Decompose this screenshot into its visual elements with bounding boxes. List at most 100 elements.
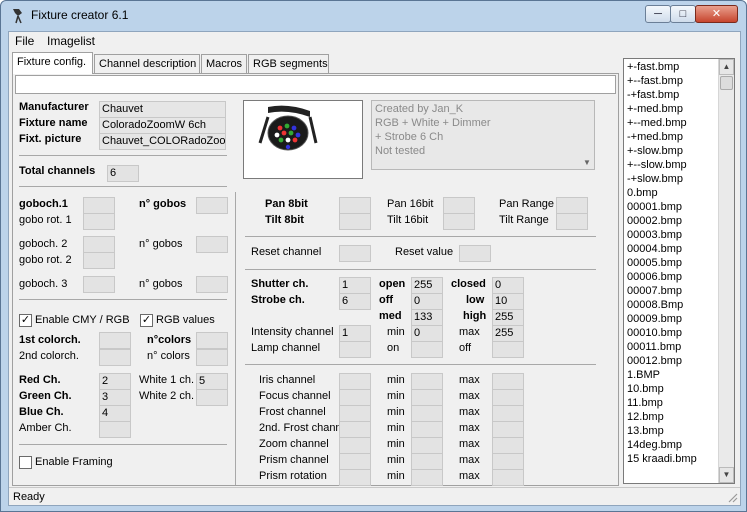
list-item[interactable]: 13.bmp — [627, 424, 664, 438]
white1-field[interactable]: 5 — [196, 373, 228, 390]
notes-memo[interactable]: Created by Jan_K RGB + White + Dimmer + … — [371, 100, 595, 170]
lamp-field[interactable] — [339, 341, 371, 358]
list-item[interactable]: +--slow.bmp — [627, 158, 687, 172]
lamp-on-field[interactable] — [411, 341, 443, 358]
reset-value-field[interactable] — [459, 245, 491, 262]
channel-field[interactable] — [339, 405, 371, 422]
channel-max-field[interactable] — [492, 421, 524, 438]
goboch2-field[interactable] — [83, 236, 115, 253]
low-field[interactable]: 10 — [492, 293, 524, 310]
scroll-down-button[interactable]: ▼ — [719, 467, 734, 483]
goboch1-field[interactable] — [83, 197, 115, 214]
gobo-rot1-field[interactable] — [83, 213, 115, 230]
channel-min-field[interactable] — [411, 373, 443, 390]
vertical-scrollbar[interactable]: ▲ ▼ — [718, 59, 734, 483]
n-gobos2-field[interactable] — [196, 236, 228, 253]
goboch3-field[interactable] — [83, 276, 115, 293]
closed-field[interactable]: 0 — [492, 277, 524, 294]
med-field[interactable]: 133 — [411, 309, 443, 326]
n-gobos3-field[interactable] — [196, 276, 228, 293]
n-gobos1-field[interactable] — [196, 197, 228, 214]
list-item[interactable]: 11.bmp — [627, 396, 663, 410]
list-item[interactable]: +-med.bmp — [627, 102, 683, 116]
channel-max-field[interactable] — [492, 469, 524, 486]
scroll-up-button[interactable]: ▲ — [719, 59, 734, 75]
tab-macros[interactable]: Macros — [201, 54, 247, 73]
resize-grip-icon[interactable] — [726, 491, 738, 503]
list-item[interactable]: -+slow.bmp — [627, 172, 683, 186]
maximize-button[interactable]: □ — [670, 5, 696, 23]
channel-field[interactable] — [339, 389, 371, 406]
channel-min-field[interactable] — [411, 389, 443, 406]
list-item[interactable]: -+fast.bmp — [627, 88, 679, 102]
intensity-max-field[interactable]: 255 — [492, 325, 524, 342]
channel-max-field[interactable] — [492, 437, 524, 454]
enable-cmy-checkbox[interactable]: ✓ — [19, 314, 32, 327]
white2-field[interactable] — [196, 389, 228, 406]
red-ch-field[interactable]: 2 — [99, 373, 131, 390]
gobo-rot2-field[interactable] — [83, 252, 115, 269]
reset-channel-field[interactable] — [339, 245, 371, 262]
memo-scroll-down-icon[interactable]: ▼ — [581, 158, 593, 168]
channel-field[interactable] — [339, 373, 371, 390]
list-item[interactable]: 1.BMP — [627, 368, 660, 382]
manufacturer-field[interactable]: Chauvet — [99, 101, 226, 118]
list-item[interactable]: 00006.bmp — [627, 270, 682, 284]
list-item[interactable]: 00007.bmp — [627, 284, 682, 298]
intensity-min-field[interactable]: 0 — [411, 325, 443, 342]
imagelist-listbox[interactable]: +-fast.bmp +--fast.bmp -+fast.bmp +-med.bmp… — [623, 58, 735, 484]
strobe-ch-field[interactable]: 6 — [339, 293, 371, 310]
list-item[interactable]: -+med.bmp — [627, 130, 683, 144]
list-item[interactable]: 00008.Bmp — [627, 298, 683, 312]
pan8-field[interactable] — [339, 197, 371, 214]
off-field[interactable]: 0 — [411, 293, 443, 310]
channel-min-field[interactable] — [411, 421, 443, 438]
close-button[interactable]: ✕ — [695, 5, 738, 23]
list-item[interactable]: 12.bmp — [627, 410, 664, 424]
pan-range-field[interactable] — [556, 197, 588, 214]
channel-max-field[interactable] — [492, 405, 524, 422]
list-item[interactable]: 0.bmp — [627, 186, 658, 200]
list-item[interactable]: 00012.bmp — [627, 354, 682, 368]
channel-min-field[interactable] — [411, 405, 443, 422]
fixt-picture-field[interactable]: Chauvet_COLORadoZoomW — [99, 133, 226, 150]
list-item[interactable]: 00001.bmp — [627, 200, 682, 214]
scroll-thumb[interactable] — [720, 76, 733, 90]
blue-ch-field[interactable]: 4 — [99, 405, 131, 422]
channel-field[interactable] — [339, 421, 371, 438]
fixture-name-field[interactable]: ColoradoZoomW 6ch — [99, 117, 226, 134]
colorch1-field[interactable] — [99, 332, 131, 349]
enable-framing-checkbox[interactable] — [19, 456, 32, 469]
fixture-picture[interactable] — [243, 100, 363, 179]
channel-field[interactable] — [339, 469, 371, 486]
list-item[interactable]: 00002.bmp — [627, 214, 682, 228]
list-item[interactable]: 00010.bmp — [627, 326, 682, 340]
tilt-range-field[interactable] — [556, 213, 588, 230]
tab-fixture-config[interactable]: Fixture config. — [12, 52, 93, 74]
minimize-button[interactable]: ─ — [645, 5, 671, 23]
colorch2-field[interactable] — [99, 349, 131, 366]
list-item[interactable]: +-fast.bmp — [627, 60, 679, 74]
list-item[interactable]: +--fast.bmp — [627, 74, 683, 88]
channel-min-field[interactable] — [411, 453, 443, 470]
open-field[interactable]: 255 — [411, 277, 443, 294]
channel-max-field[interactable] — [492, 453, 524, 470]
list-item[interactable]: 00005.bmp — [627, 256, 682, 270]
channel-max-field[interactable] — [492, 373, 524, 390]
tilt8-field[interactable] — [339, 213, 371, 230]
list-item[interactable]: 10.bmp — [627, 382, 664, 396]
menu-file[interactable]: File — [15, 34, 34, 48]
channel-max-field[interactable] — [492, 389, 524, 406]
channel-field[interactable] — [339, 453, 371, 470]
title-bar[interactable]: Fixture creator 6.1 ─ □ ✕ — [1, 1, 746, 31]
ncolors1-field[interactable] — [196, 332, 228, 349]
ncolors2-field[interactable] — [196, 349, 228, 366]
tab-channel-description[interactable]: Channel description — [94, 54, 200, 73]
intensity-field[interactable]: 1 — [339, 325, 371, 342]
list-item[interactable]: 00004.bmp — [627, 242, 682, 256]
amber-ch-field[interactable] — [99, 421, 131, 438]
tab-rgb-segments[interactable]: RGB segments — [248, 54, 329, 73]
list-item[interactable]: 00003.bmp — [627, 228, 682, 242]
channel-min-field[interactable] — [411, 437, 443, 454]
channel-field[interactable] — [339, 437, 371, 454]
